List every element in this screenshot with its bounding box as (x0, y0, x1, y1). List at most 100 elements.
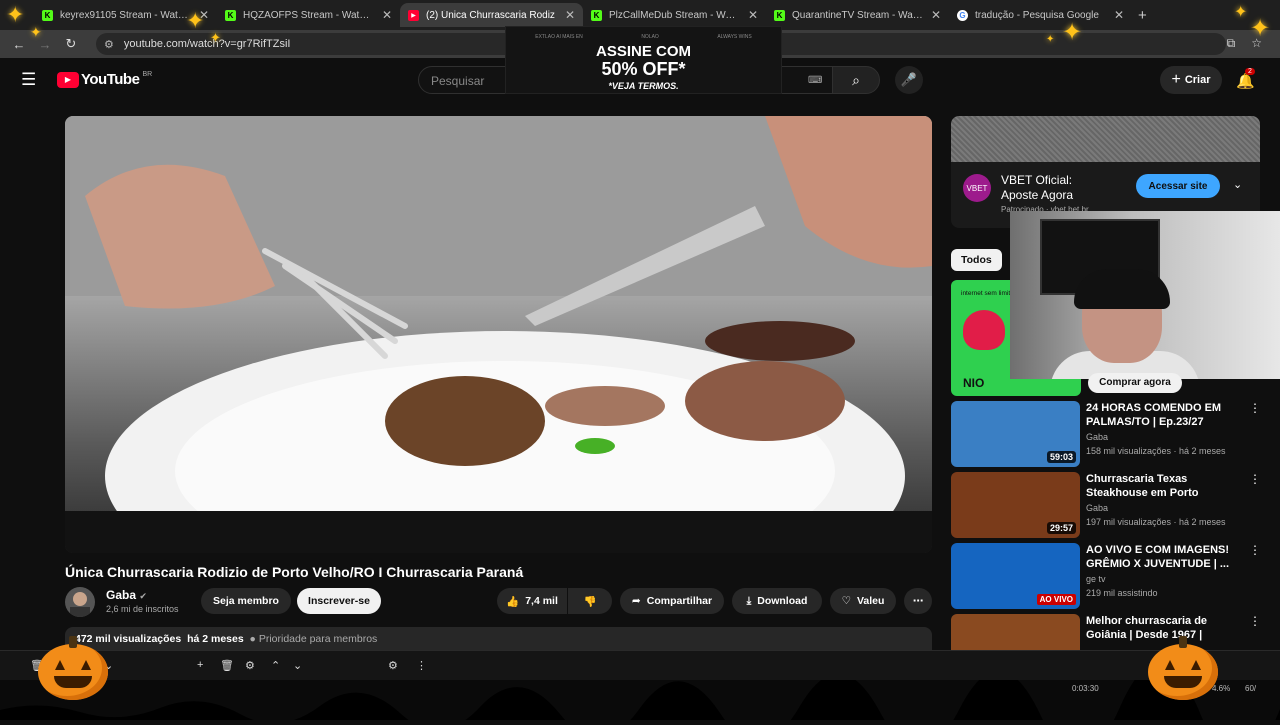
vbet-logo: VBET (963, 174, 991, 202)
video-player[interactable] (65, 116, 932, 553)
share-button[interactable]: ➦ Compartilhar (620, 588, 724, 614)
close-tab-icon[interactable]: ✕ (565, 8, 575, 22)
star-decoration: ✦ (210, 30, 221, 45)
tab-label: PlzCallMeDub Stream - Watch (609, 9, 740, 21)
voice-search-button[interactable]: 🎤 (895, 66, 923, 94)
ad-small-text: ALWAYS WINS (717, 34, 752, 40)
filter-icon[interactable]: ⚙ (388, 659, 398, 672)
promo-bird-image (963, 310, 1005, 350)
browser-tab[interactable]: K QuarantineTV Stream - Watch ✕ (766, 3, 949, 27)
stream-timer: 0:03:30 (1072, 684, 1099, 693)
create-button[interactable]: + Criar (1160, 66, 1222, 94)
add-icon[interactable]: + (197, 659, 203, 671)
webcam-person-cap (1074, 269, 1170, 309)
browser-tab-active[interactable]: ▶ (2) Única Churrascaria Rodiz ✕ (400, 3, 583, 27)
thumbs-up-icon: 👍 (506, 595, 520, 608)
tab-label: HQZAOFPS Stream - Watch Live (243, 9, 374, 21)
channel-avatar[interactable] (65, 587, 95, 617)
chip-all[interactable]: Todos (951, 249, 1002, 271)
subscribe-button[interactable]: Inscrever-se (297, 588, 381, 614)
search-icon: ⌕ (852, 72, 860, 88)
close-tab-icon[interactable]: ✕ (382, 8, 392, 22)
more-vertical-icon[interactable]: ⋮ (416, 659, 427, 672)
ad-terms: *VEJA TERMOS. (608, 81, 679, 91)
keyboard-icon[interactable]: ⌨ (808, 75, 822, 86)
join-button[interactable]: Seja membro (201, 588, 291, 614)
recommendation-channel: Gaba (1086, 503, 1109, 513)
more-actions-button[interactable]: ⋯ (904, 588, 932, 614)
chevron-down-icon[interactable]: ⌄ (293, 659, 302, 672)
more-vertical-icon[interactable]: ⋮ (1249, 614, 1260, 628)
priority-label: Prioridade para membros (258, 633, 378, 645)
recommendation-title: 24 HORAS COMENDO EM PALMAS/TO | Ep.23/27 (1086, 402, 1222, 428)
fps-readout: 60/ (1245, 684, 1257, 693)
country-code: BR (142, 71, 153, 78)
recommendation-meta: 219 mil assistindo (1086, 588, 1158, 598)
gear-icon[interactable]: ⚙ (245, 659, 255, 672)
live-badge: AO VIVO (1036, 594, 1076, 605)
hamburger-menu-icon[interactable]: ☰ (21, 71, 36, 88)
cpu-usage: 4.6% (1212, 684, 1231, 693)
promo-brand: NIO (963, 376, 985, 390)
upload-date: há 2 meses (187, 633, 244, 645)
more-vertical-icon[interactable]: ⋮ (1249, 401, 1261, 415)
ad-small-text: EXTLAO AI MAIS EN (535, 34, 583, 40)
channel-name[interactable]: Gaba ✔ (106, 588, 147, 602)
star-decoration: ✦ (186, 8, 205, 33)
recommendation-channel: ge tv (1086, 574, 1106, 584)
star-decoration: ✦ (1062, 19, 1083, 46)
tab-label: (2) Única Churrascaria Rodiz (426, 9, 555, 21)
browser-tab[interactable]: Gtradução - Pesquisa Google ✕ (949, 3, 1132, 27)
tab-label: keyrex91105 Stream - Watch Li (60, 9, 191, 21)
recommendation-item[interactable]: 29:57 Churrascaria Texas Steakhouse em P… (951, 472, 1261, 538)
thanks-button[interactable]: ♡ Valeu (830, 588, 896, 614)
thumbs-down-icon: 👎 (583, 595, 597, 608)
star-decoration: ✦ (1046, 34, 1055, 45)
overlay-ad-banner[interactable]: EXTLAO AI MAIS EN NOLAO ALWAYS WINS ASSI… (505, 26, 782, 94)
site-settings-icon[interactable]: ⚙ (104, 38, 114, 51)
browser-tab[interactable]: K HQZAOFPS Stream - Watch Live ✕ (217, 3, 400, 27)
close-tab-icon[interactable]: ✕ (1114, 8, 1124, 22)
dislike-button[interactable]: 👎 (568, 588, 612, 614)
trash-icon[interactable]: 🗑 (220, 659, 234, 672)
video-title: Única Churrascaria Rodizio de Porto Velh… (65, 564, 524, 580)
video-thumbnail: 29:57 (951, 472, 1080, 538)
recommendation-title: Melhor churrascaria de Goiânia | Desde 1… (1086, 615, 1208, 641)
star-decoration: ✦ (1234, 4, 1248, 21)
close-tab-icon[interactable]: ✕ (748, 8, 758, 22)
recommendation-title: AO VIVO E COM IMAGENS! GRÊMIO X JUVENTUD… (1086, 544, 1230, 570)
search-button[interactable]: ⌕ (832, 66, 880, 94)
webcam-overlay (1010, 211, 1280, 379)
chevron-up-icon[interactable]: ⌃ (271, 659, 280, 672)
plus-icon: + (1171, 71, 1181, 88)
close-tab-icon[interactable]: ✕ (931, 8, 941, 22)
google-icon: G (957, 9, 968, 21)
star-decoration: ✦ (6, 2, 25, 27)
recommendation-item[interactable]: Melhor churrascaria de Goiânia | Desde 1… (951, 614, 1260, 650)
kick-icon: K (591, 9, 602, 21)
recommendation-item[interactable]: 59:03 24 HORAS COMENDO EM PALMAS/TO | Ep… (951, 401, 1261, 467)
buy-now-button[interactable]: Comprar agora (1088, 373, 1182, 393)
more-vertical-icon[interactable]: ⋮ (1249, 543, 1261, 557)
thanks-label: Valeu (856, 595, 885, 607)
more-vertical-icon[interactable]: ⋮ (1249, 472, 1261, 486)
install-app-icon[interactable]: ⧉ (1227, 36, 1236, 51)
browser-tab[interactable]: K PlzCallMeDub Stream - Watch ✕ (583, 3, 766, 27)
recommendation-item[interactable]: AO VIVO AO VIVO E COM IMAGENS! GRÊMIO X … (951, 543, 1261, 609)
share-label: Compartilhar (646, 595, 713, 607)
download-button[interactable]: ⤓ Download (732, 588, 822, 614)
ad-title: VBET Oficial: Aposte Agora (1001, 173, 1074, 202)
more-horizontal-icon: ⋯ (912, 595, 924, 607)
reload-icon[interactable]: ↻ (58, 36, 84, 52)
like-count: 7,4 mil (525, 595, 558, 607)
notifications-bell-icon[interactable]: 🔔 2 (1236, 68, 1255, 90)
youtube-logo[interactable]: ▶ YouTube BR (57, 71, 152, 88)
pumpkin-decoration (1148, 636, 1218, 700)
subscriber-count: 2,6 mi de inscritos (106, 604, 179, 614)
notification-badge: 2 (1245, 68, 1255, 75)
new-tab-icon[interactable]: + (1138, 7, 1147, 24)
back-icon[interactable]: ← (6, 37, 32, 52)
visit-site-button[interactable]: Acessar site (1136, 174, 1220, 198)
chevron-down-icon[interactable]: ⌄ (1233, 178, 1242, 191)
like-button[interactable]: 👍 7,4 mil (497, 588, 567, 614)
